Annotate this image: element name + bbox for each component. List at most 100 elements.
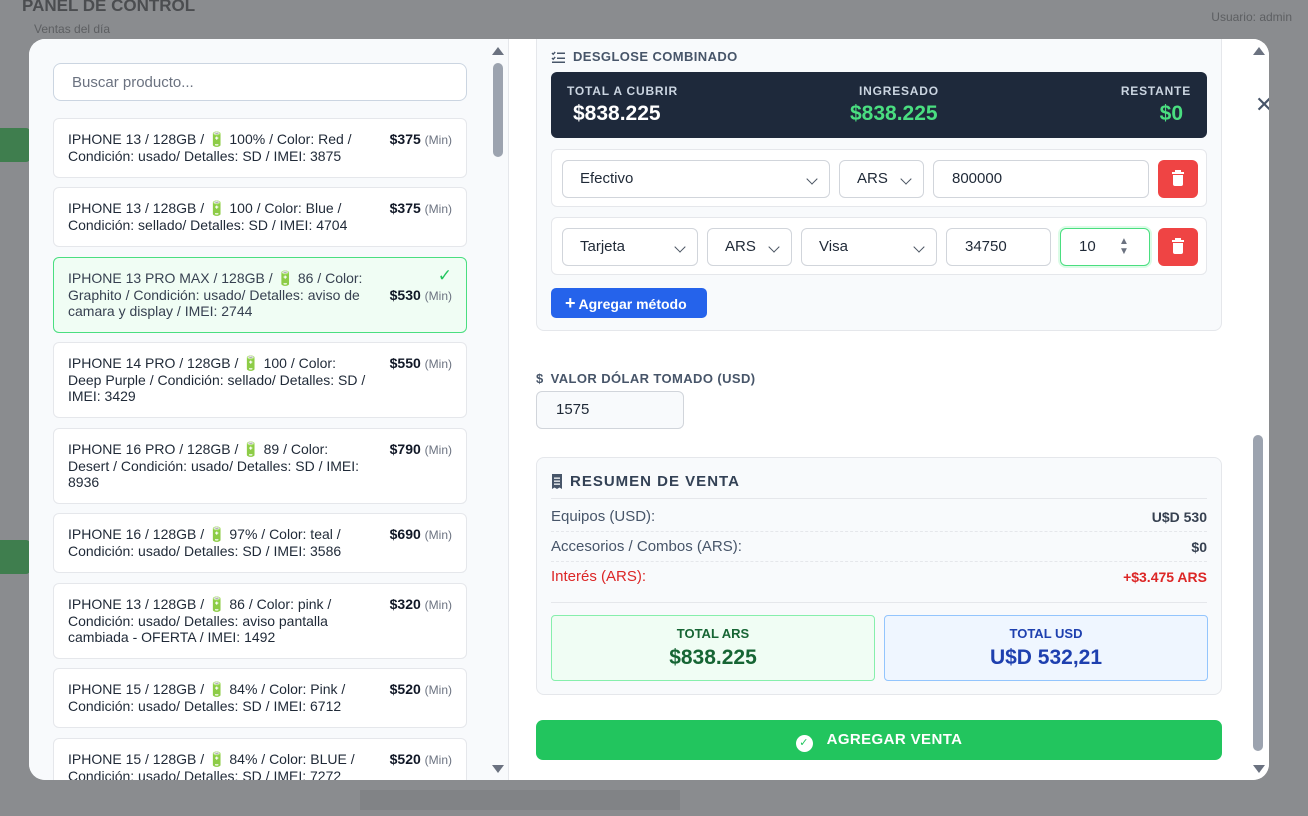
delete-method-button[interactable] bbox=[1158, 228, 1198, 266]
divider bbox=[551, 498, 1207, 499]
payment-method-row: Efectivo ARS 800000 bbox=[551, 149, 1207, 207]
min-price-tag: (Min) bbox=[424, 443, 452, 457]
payment-method-select[interactable]: Efectivo bbox=[562, 160, 830, 198]
totals-banner: TOTAL A CUBRIR $838.225 INGRESADO $838.2… bbox=[551, 72, 1207, 138]
product-price: $690 (Min) bbox=[389, 526, 452, 542]
total-usd-value: U$D 532,21 bbox=[989, 646, 1103, 669]
combined-breakdown-title: DESGLOSE COMBINADO bbox=[573, 49, 738, 64]
product-price: $550 (Min) bbox=[389, 355, 452, 371]
combined-breakdown-section: DESGLOSE COMBINADO TOTAL A CUBRIR $838.2… bbox=[536, 39, 1222, 331]
product-item[interactable]: IPHONE 13 / 128GB / 🔋 86 / Color: pink /… bbox=[53, 583, 467, 659]
currency-select[interactable]: ARS bbox=[839, 160, 924, 198]
product-price: $320 (Min) bbox=[389, 596, 452, 612]
min-price-tag: (Min) bbox=[424, 528, 452, 542]
total-usd-card: TOTAL USD U$D 532,21 bbox=[884, 615, 1208, 681]
background-subtitle: Ventas del día bbox=[34, 22, 111, 36]
min-price-tag: (Min) bbox=[424, 202, 452, 216]
payment-method-select[interactable]: Tarjeta bbox=[562, 228, 698, 266]
payment-method-row: Tarjeta ARS Visa 34750 10 ▲ ▼ bbox=[551, 217, 1207, 275]
selected-check-icon: ✓ bbox=[437, 266, 452, 285]
total-to-cover-value: $838.225 bbox=[573, 102, 661, 125]
chevron-down-icon bbox=[913, 241, 925, 253]
background-block bbox=[360, 790, 680, 810]
product-description: IPHONE 14 PRO / 128GB / 🔋 100 / Color: D… bbox=[68, 355, 366, 404]
product-description: IPHONE 13 / 128GB / 🔋 100 / Color: Blue … bbox=[68, 200, 348, 233]
background-user: Usuario: admin bbox=[1211, 10, 1292, 24]
dollar-rate-input[interactable]: 1575 bbox=[536, 391, 684, 429]
chevron-down-icon bbox=[900, 173, 912, 185]
scroll-down-arrow-icon[interactable] bbox=[1253, 765, 1265, 773]
product-description: IPHONE 13 / 128GB / 🔋 86 / Color: pink /… bbox=[68, 596, 332, 645]
product-description: IPHONE 16 PRO / 128GB / 🔋 89 / Color: De… bbox=[68, 441, 360, 490]
sale-summary: RESUMEN DE VENTA Equipos (USD): U$D 530 … bbox=[536, 457, 1222, 695]
chevron-down-icon bbox=[768, 241, 780, 253]
card-select[interactable]: Visa bbox=[801, 228, 937, 266]
dollar-icon: $ bbox=[536, 371, 544, 386]
min-price-tag: (Min) bbox=[424, 133, 452, 147]
entered-label: INGRESADO bbox=[859, 84, 939, 98]
add-method-button[interactable]: + Agregar método bbox=[551, 288, 707, 318]
amount-input[interactable]: 800000 bbox=[933, 160, 1149, 198]
total-ars-value: $838.225 bbox=[669, 646, 757, 669]
close-icon[interactable]: ✕ bbox=[1255, 93, 1269, 117]
stepper-arrows-icon[interactable]: ▲ ▼ bbox=[1119, 237, 1129, 257]
product-description: IPHONE 16 / 128GB / 🔋 97% / Color: teal … bbox=[68, 526, 342, 559]
product-description: IPHONE 13 PRO MAX / 128GB / 🔋 86 / Color… bbox=[68, 270, 363, 319]
product-item[interactable]: IPHONE 15 / 128GB / 🔋 84% / Color: BLUE … bbox=[53, 738, 467, 780]
check-circle-icon: ✓ bbox=[795, 735, 813, 752]
min-price-tag: (Min) bbox=[424, 683, 452, 697]
summary-title: RESUMEN DE VENTA bbox=[570, 473, 740, 490]
product-price: $790 (Min) bbox=[389, 441, 452, 457]
product-item[interactable]: IPHONE 13 PRO MAX / 128GB / 🔋 86 / Color… bbox=[53, 257, 467, 333]
product-panel: IPHONE 13 / 128GB / 🔋 100% / Color: Red … bbox=[29, 39, 509, 780]
product-item[interactable]: IPHONE 13 / 128GB / 🔋 100 / Color: Blue … bbox=[53, 187, 467, 247]
summary-row-interest: Interés (ARS): +$3.475 ARS bbox=[551, 568, 1207, 585]
divider bbox=[551, 602, 1207, 603]
product-description: IPHONE 13 / 128GB / 🔋 100% / Color: Red … bbox=[68, 131, 352, 164]
scroll-down-arrow-icon[interactable] bbox=[492, 765, 504, 773]
product-item[interactable]: IPHONE 16 / 128GB / 🔋 97% / Color: teal … bbox=[53, 513, 467, 573]
summary-row-accessories: Accesorios / Combos (ARS): $0 bbox=[551, 538, 1207, 555]
remaining-label: RESTANTE bbox=[1120, 84, 1191, 98]
total-usd-label: TOTAL USD bbox=[1009, 626, 1083, 641]
installments-input[interactable]: 10 ▲ ▼ bbox=[1060, 228, 1150, 266]
sale-modal: IPHONE 13 / 128GB / 🔋 100% / Color: Red … bbox=[29, 39, 1269, 780]
product-item[interactable]: IPHONE 16 PRO / 128GB / 🔋 89 / Color: De… bbox=[53, 428, 467, 504]
min-price-tag: (Min) bbox=[424, 753, 452, 767]
amount-input[interactable]: 34750 bbox=[946, 228, 1051, 266]
search-input[interactable] bbox=[53, 63, 467, 101]
remaining-value: $0 bbox=[1159, 102, 1183, 125]
product-price: $520 (Min) bbox=[389, 681, 452, 697]
background-green-block bbox=[0, 540, 30, 574]
background-green-block bbox=[0, 128, 30, 162]
receipt-icon bbox=[552, 474, 562, 489]
plus-icon: + bbox=[565, 293, 576, 313]
list-check-icon bbox=[551, 51, 565, 63]
product-price: $520 (Min) bbox=[389, 751, 452, 767]
product-price: $530 (Min) bbox=[389, 287, 452, 303]
delete-method-button[interactable] bbox=[1158, 160, 1198, 198]
dollar-rate-label: $ VALOR DÓLAR TOMADO (USD) bbox=[536, 371, 756, 386]
min-price-tag: (Min) bbox=[424, 289, 452, 303]
product-item[interactable]: IPHONE 13 / 128GB / 🔋 100% / Color: Red … bbox=[53, 118, 467, 178]
scroll-up-arrow-icon[interactable] bbox=[492, 47, 504, 55]
product-item[interactable]: IPHONE 14 PRO / 128GB / 🔋 100 / Color: D… bbox=[53, 342, 467, 418]
product-price: $375 (Min) bbox=[389, 131, 452, 147]
summary-row-equipment: Equipos (USD): U$D 530 bbox=[551, 508, 1207, 525]
min-price-tag: (Min) bbox=[424, 357, 452, 371]
total-ars-label: TOTAL ARS bbox=[676, 626, 750, 641]
entered-value: $838.225 bbox=[850, 102, 938, 125]
product-price: $375 (Min) bbox=[389, 200, 452, 216]
product-item[interactable]: IPHONE 15 / 128GB / 🔋 84% / Color: Pink … bbox=[53, 668, 467, 728]
payment-scrollbar-thumb[interactable] bbox=[1253, 435, 1263, 751]
total-ars-card: TOTAL ARS $838.225 bbox=[551, 615, 875, 681]
scroll-up-arrow-icon[interactable] bbox=[1253, 47, 1265, 55]
product-description: IPHONE 15 / 128GB / 🔋 84% / Color: BLUE … bbox=[68, 751, 355, 780]
min-price-tag: (Min) bbox=[424, 598, 452, 612]
total-to-cover-label: TOTAL A CUBRIR bbox=[567, 84, 678, 98]
add-sale-button[interactable]: ✓ AGREGAR VENTA bbox=[536, 720, 1222, 760]
chevron-down-icon bbox=[806, 173, 818, 185]
product-scrollbar-thumb[interactable] bbox=[493, 63, 503, 157]
currency-select[interactable]: ARS bbox=[707, 228, 792, 266]
chevron-down-icon bbox=[674, 241, 686, 253]
